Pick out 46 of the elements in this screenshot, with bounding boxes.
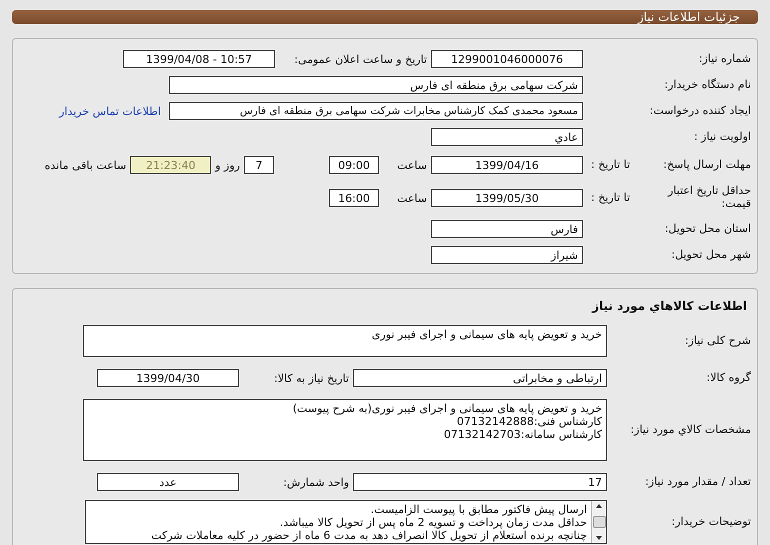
field-label: اولویت نیاز : xyxy=(694,130,751,144)
value-field: فارس xyxy=(431,220,583,238)
field-label: ساعت xyxy=(396,158,428,172)
value-field: شیراز xyxy=(431,246,583,264)
value-field: مسعود محمدی کمک کارشناس مخابرات شرکت سهامی برق منطقه ای فارس xyxy=(169,102,583,120)
value-field: شرکت سهامی برق منطقه ای فارس xyxy=(169,76,583,94)
date-field: 1399/05/30 xyxy=(431,189,583,207)
field-label: ساعت باقی مانده xyxy=(44,158,128,172)
value-field: 1399/04/30 xyxy=(97,369,239,387)
field-label: واحد شمارش: xyxy=(282,476,350,488)
field-label: تاریخ و ساعت اعلان عمومی: xyxy=(293,52,428,66)
field-label: تا تاریخ : xyxy=(591,158,630,172)
value-field: 1299001046000076 xyxy=(431,50,583,68)
page-title: جزئیات اطلاعات نیاز xyxy=(638,10,740,24)
field-label: شماره نیاز: xyxy=(698,52,751,66)
field-label: توضیحات خریدار: xyxy=(672,516,751,528)
value-field: 17 xyxy=(353,473,607,491)
field-label: شهر محل تحویل: xyxy=(671,248,751,262)
field-label: روز و xyxy=(214,158,241,172)
field-label: گروه کالا: xyxy=(706,372,751,384)
days-field: 7 xyxy=(244,156,274,174)
text-area: خرید و تعویض پایه های سیمانی و اجرای فیبر نوری(به شرح پیوست) کارشناس فنی:07132142888 کارشناس سامانه:07132142703 xyxy=(84,400,606,460)
time-field: 16:00 xyxy=(329,189,379,207)
time-field: 09:00 xyxy=(329,156,379,174)
field-label: تاریخ نیاز به کالا: xyxy=(273,372,350,384)
countdown-field: 21:23:40 xyxy=(130,156,212,174)
value-field: عادي xyxy=(431,128,583,146)
scrollbar[interactable] xyxy=(591,501,606,543)
field-label: نام دستگاه خریدار: xyxy=(664,78,751,92)
value-field: 1399/04/08 - 10:57 xyxy=(123,50,275,68)
field-label: استان محل تحویل: xyxy=(664,222,751,236)
text-area: خرید و تعویض پایه های سیمانی و اجرای فیبر نوری xyxy=(84,326,606,356)
field-label: مهلت ارسال پاسخ: xyxy=(663,158,751,172)
section-title: اطلاعات کالاهاي مورد نیاز xyxy=(590,299,748,313)
contact-link[interactable]: اطلاعات تماس خریدار xyxy=(59,104,161,118)
field-label: تا تاریخ : xyxy=(591,192,630,204)
date-field: 1399/04/16 xyxy=(431,156,583,174)
field-label: تعداد / مقدار مورد نیاز: xyxy=(645,476,751,488)
text-area: ارسال پیش فاکتور مطابق با پیوست الزامیست. حداقل مدت زمان پرداخت و تسویه 2 ماه پس از تحویل کالا میباشد. چنانچه برنده استعلام از تحویل کالا انصراف دهد به مدت 6 ماه از حضور در کلیه معاملات شرکت xyxy=(86,501,591,543)
field-label: حداقل تاریخ اعتبار قیمت: xyxy=(666,185,751,211)
field-label: ایجاد کننده درخواست: xyxy=(650,104,751,118)
field-label: مشخصات کالاي مورد نیاز: xyxy=(630,424,751,436)
field-label: ساعت xyxy=(396,192,428,204)
value-field: عدد xyxy=(97,473,239,491)
value-field: ارتباطی و مخابراتی xyxy=(353,369,607,387)
field-label: شرح کلی نیاز: xyxy=(684,334,751,348)
